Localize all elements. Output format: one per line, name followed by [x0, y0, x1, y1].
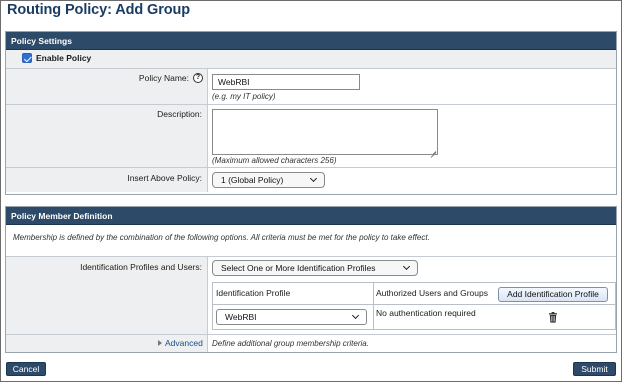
chevron-down-icon — [351, 311, 360, 320]
enable-policy-checkbox[interactable] — [22, 53, 32, 63]
table-column-divider — [373, 283, 374, 329]
policy-name-label-cell: Policy Name: ? — [6, 69, 208, 104]
identification-select-value: Select One or More Identification Profil… — [221, 263, 376, 273]
advanced-description: Define additional group membership crite… — [212, 339, 369, 348]
policy-member-header: Policy Member Definition — [6, 207, 616, 225]
add-identification-profile-button[interactable]: Add Identification Profile — [498, 287, 608, 302]
identification-row: Identification Profiles and Users: Selec… — [6, 256, 616, 334]
row-users-value: No authentication required — [376, 308, 476, 318]
description-hint: (Maximum allowed characters 256) — [212, 156, 337, 165]
advanced-row: Advanced Define additional group members… — [6, 334, 616, 352]
insert-above-select[interactable]: 1 (Global Policy) — [212, 172, 325, 188]
policy-name-hint: (e.g. my IT policy) — [212, 92, 276, 101]
identification-table: Identification Profile Authorized Users … — [212, 282, 616, 330]
identification-label-cell: Identification Profiles and Users: — [6, 257, 208, 334]
triangle-right-icon[interactable] — [158, 340, 162, 346]
membership-description: Membership is defined by the combination… — [13, 233, 430, 242]
policy-name-row: Policy Name: ? WebRBI (e.g. my IT policy… — [6, 68, 616, 104]
row-profile-value: WebRBI — [225, 312, 257, 322]
advanced-label-cell: Advanced — [6, 335, 208, 352]
identification-label: Identification Profiles and Users: — [80, 262, 202, 272]
insert-above-row: Insert Above Policy: 1 (Global Policy) — [6, 167, 616, 192]
identification-profiles-select[interactable]: Select One or More Identification Profil… — [212, 260, 418, 276]
description-textarea[interactable] — [212, 109, 438, 155]
trash-icon[interactable] — [548, 312, 558, 323]
page-title: Routing Policy: Add Group — [7, 2, 191, 18]
help-circle-icon[interactable]: ? — [193, 73, 203, 83]
submit-button[interactable]: Submit — [573, 362, 616, 376]
insert-above-label-cell: Insert Above Policy: — [6, 168, 208, 192]
resize-grip-icon[interactable] — [430, 147, 436, 153]
description-label-cell: Description: — [6, 105, 208, 167]
policy-settings-panel: Policy Settings Enable Policy Policy Nam… — [5, 31, 617, 195]
cancel-button[interactable]: Cancel — [6, 362, 46, 376]
enable-policy-row: Enable Policy — [6, 50, 616, 68]
chevron-down-icon — [309, 174, 318, 183]
description-row: Description: (Maximum allowed characters… — [6, 104, 616, 167]
chevron-down-icon — [402, 262, 411, 271]
table-row-profile-select[interactable]: WebRBI — [216, 309, 367, 325]
table-row-divider — [213, 304, 615, 305]
policy-name-label: Policy Name: — [138, 73, 189, 83]
enable-policy-label[interactable]: Enable Policy — [36, 53, 91, 63]
policy-settings-header: Policy Settings — [6, 32, 616, 50]
policy-name-input[interactable]: WebRBI — [212, 74, 360, 90]
description-label: Description: — [157, 109, 202, 119]
advanced-link[interactable]: Advanced — [165, 338, 203, 348]
insert-above-label: Insert Above Policy: — [127, 173, 202, 183]
membership-info-row: Membership is defined by the combination… — [6, 225, 616, 256]
insert-above-value: 1 (Global Policy) — [221, 175, 284, 185]
column-header-profile: Identification Profile — [216, 288, 291, 298]
column-header-users: Authorized Users and Groups — [376, 288, 488, 298]
policy-member-panel: Policy Member Definition Membership is d… — [5, 206, 617, 353]
